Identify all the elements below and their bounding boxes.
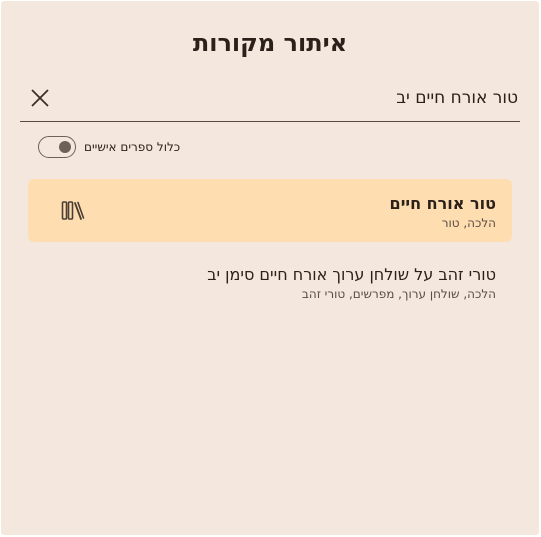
result-title: טורי זהב על שולחן ערוך אורח חיים סימן יב	[207, 265, 496, 284]
include-personal-books-row: כלול ספרים אישיים	[38, 135, 180, 159]
result-subtitle: הלכה, טור	[441, 216, 496, 230]
dialog-title: איתור מקורות	[192, 29, 348, 57]
toggle-label: כלול ספרים אישיים	[84, 140, 181, 154]
result-item-selected[interactable]: טור אורח חיים הלכה, טור	[28, 179, 512, 242]
result-item[interactable]: טורי זהב על שולחן ערוך אורח חיים סימן יב…	[28, 260, 512, 310]
result-text: טור אורח חיים הלכה, טור	[390, 195, 496, 231]
close-icon[interactable]	[30, 88, 50, 108]
search-input[interactable]	[78, 83, 518, 113]
result-text: טורי זהב על שולחן ערוך אורח חיים סימן יב…	[207, 266, 496, 302]
result-title: טור אורח חיים	[389, 194, 496, 213]
search-row	[20, 81, 520, 122]
source-finder-dialog: איתור מקורות כלול ספרים אישיים טור אורח …	[1, 1, 539, 535]
include-personal-books-toggle[interactable]	[38, 136, 76, 158]
result-subtitle: הלכה, שולחן ערוך, מפרשים, טורי זהב	[301, 287, 496, 301]
library-icon	[61, 201, 85, 220]
toggle-knob	[59, 141, 71, 153]
